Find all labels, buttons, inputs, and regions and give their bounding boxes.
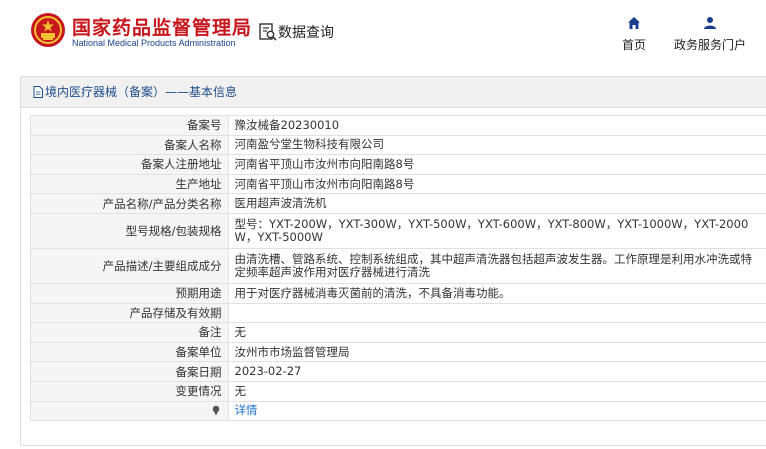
panel-title: 境内医疗器械（备案）——基本信息 [45,85,238,99]
row-label: 产品存储及有效期 [30,302,229,324]
table-row: 备案号 豫汝械备20230010 [30,115,766,136]
nav-home-link[interactable]: 首页 [616,16,652,53]
info-panel: 境内医疗器械（备案）——基本信息 备案号 豫汝械备20230010 备案人名称 … [20,76,766,446]
pin-icon [212,405,220,416]
table-row: 产品名称/产品分类名称 医用超声波清洗机 [30,193,766,214]
nav-home-label: 首页 [621,38,646,52]
data-query-link[interactable]: 数据查询 [278,22,334,42]
table-row: 产品描述/主要组成成分 由清洗槽、管路系统、控制系统组成，其中超声清洗器包括超声… [30,247,766,284]
row-value: 河南盈兮堂生物科技有限公司 [227,134,766,156]
table-row: 型号规格/包装规格 型号：YXT-200W，YXT-300W，YXT-500W，… [30,212,766,249]
table-row: 生产地址 河南省平顶山市汝州市向阳南路8号 [30,173,766,195]
panel-title-bar: 境内医疗器械（备案）——基本信息 [21,77,766,108]
table-row: 备案人注册地址 河南省平顶山市汝州市向阳南路8号 [30,154,766,175]
site-header: 国家药品监督管理局 National Medical Products Admi… [0,0,766,68]
detail-link[interactable]: 详情 [235,403,258,417]
row-value: 无 [227,380,766,402]
national-emblem-icon [30,12,66,48]
row-label: 备注 [30,322,229,343]
row-value: 型号：YXT-200W，YXT-300W，YXT-500W，YXT-600W，Y… [227,212,766,249]
table-row: 备案单位 汝州市市场监督管理局 [30,341,766,363]
row-value: 用于对医疗器械消毒灭菌前的清洗，不具备消毒功能。 [227,282,766,304]
info-table: 备案号 豫汝械备20230010 备案人名称 河南盈兮堂生物科技有限公司 备案人… [30,115,766,422]
row-label: 备案人注册地址 [30,154,229,175]
row-label: 备案单位 [30,341,229,363]
table-row: 备注 无 [30,322,766,343]
row-value: 汝州市市场监督管理局 [227,341,766,363]
row-value: 河南省平顶山市汝州市向阳南路8号 [227,173,766,195]
table-row: 详情 [30,400,766,422]
row-label: 产品名称/产品分类名称 [30,193,229,214]
table-row: 预期用途 用于对医疗器械消毒灭菌前的清洗，不具备消毒功能。 [30,282,766,304]
table-row: 产品存储及有效期 [30,302,766,324]
nav-portal-label: 政务服务门户 [673,38,746,52]
document-icon [33,79,43,98]
row-label: 预期用途 [30,282,229,304]
user-icon [703,16,717,30]
row-label: 备案人名称 [30,134,229,156]
search-document-icon[interactable] [258,22,278,42]
row-value: 无 [227,322,766,343]
row-value: 详情 [227,400,766,422]
row-label: 产品描述/主要组成成分 [30,247,229,284]
row-value: 医用超声波清洗机 [227,193,766,214]
table-row: 备案人名称 河南盈兮堂生物科技有限公司 [30,134,766,156]
row-label: 备案日期 [30,361,229,382]
row-label: 生产地址 [30,173,229,195]
row-label: 型号规格/包装规格 [30,212,229,249]
row-value [227,302,766,324]
home-icon [627,16,641,30]
row-value: 2023-02-27 [227,361,766,382]
row-value: 豫汝械备20230010 [227,115,766,136]
nav-portal-link[interactable]: 政务服务门户 [670,16,750,53]
row-label [30,400,229,422]
table-row: 备案日期 2023-02-27 [30,361,766,382]
row-value: 由清洗槽、管路系统、控制系统组成，其中超声清洗器包括超声波发生器。工作原理是利用… [227,247,766,284]
site-subtitle: National Medical Products Administration [72,38,236,48]
row-label: 变更情况 [30,380,229,402]
site-title: 国家药品监督管理局 [72,17,253,39]
row-label: 备案号 [30,115,229,136]
table-row: 变更情况 无 [30,380,766,402]
row-value: 河南省平顶山市汝州市向阳南路8号 [227,154,766,175]
